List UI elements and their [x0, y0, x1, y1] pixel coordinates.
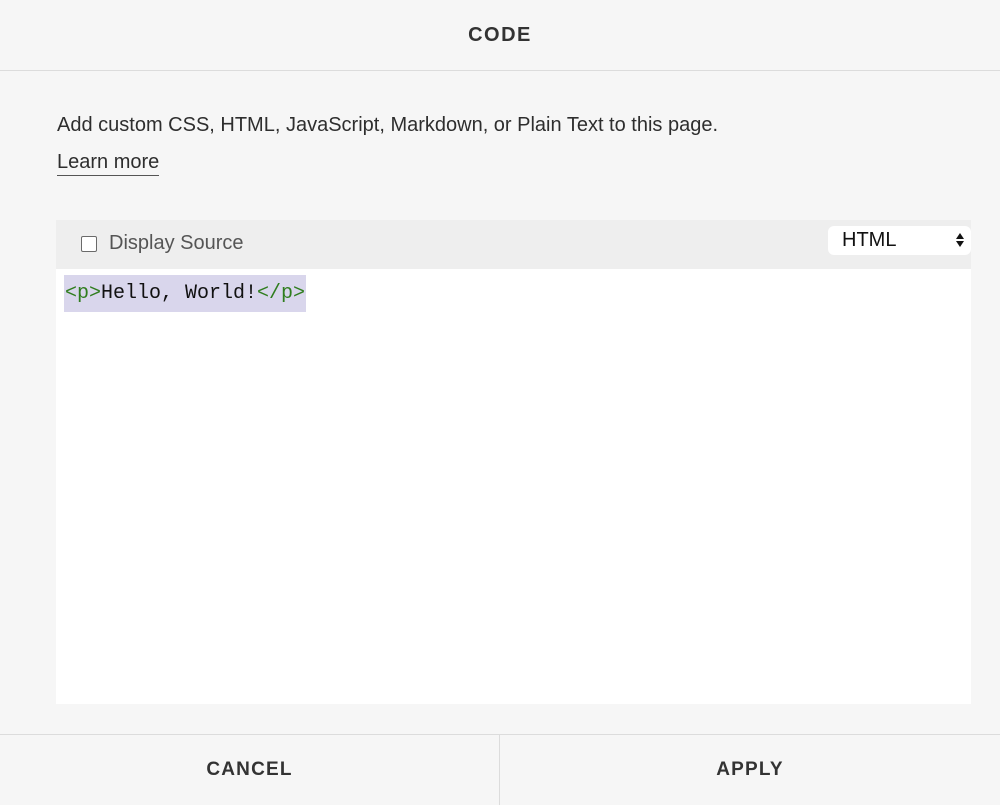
- description-text: Add custom CSS, HTML, JavaScript, Markdo…: [57, 114, 719, 136]
- select-arrows-icon: [956, 233, 964, 247]
- language-select-value: HTML: [842, 229, 897, 251]
- learn-more-link[interactable]: Learn more: [57, 151, 160, 176]
- display-source-label: Display Source: [109, 232, 244, 254]
- apply-button[interactable]: APPLY: [500, 735, 1000, 805]
- code-close-tag: </p>: [257, 282, 306, 305]
- dialog-header: CODE: [0, 0, 1000, 71]
- code-editor: Display Source HTML <p>Hello, World!</p>: [56, 220, 971, 704]
- language-select[interactable]: HTML: [828, 226, 971, 255]
- code-text-area[interactable]: <p>Hello, World!</p>: [56, 269, 971, 704]
- code-line: <p>Hello, World!</p>: [64, 275, 307, 312]
- code-content: Hello, World!: [101, 282, 258, 305]
- dialog-title: CODE: [468, 23, 532, 46]
- cancel-button[interactable]: CANCEL: [0, 735, 500, 805]
- display-source-toggle[interactable]: Display Source: [81, 232, 244, 255]
- display-source-checkbox[interactable]: [81, 235, 97, 252]
- code-open-tag: <p>: [65, 282, 102, 305]
- editor-toolbar: Display Source HTML: [56, 220, 971, 269]
- dialog-footer: CANCEL APPLY: [0, 734, 1000, 805]
